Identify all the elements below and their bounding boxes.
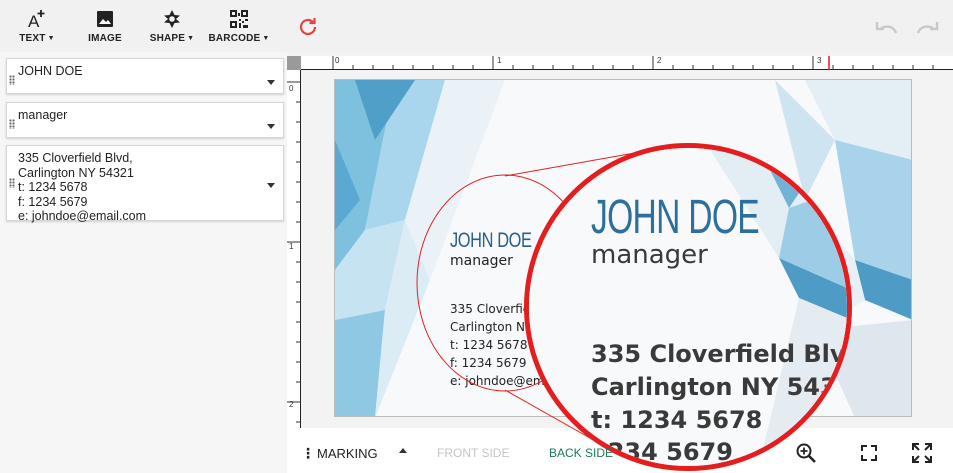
shape-star-icon xyxy=(162,8,182,30)
ruler-label: 0 xyxy=(289,84,294,93)
barcode-tool-label: BARCODE xyxy=(208,33,261,44)
dropdown-arrow-icon[interactable] xyxy=(267,80,275,85)
title-field-value: manager xyxy=(18,108,68,122)
ruler-label: 1 xyxy=(497,56,502,65)
marking-toggle[interactable]: MARKING xyxy=(317,446,378,461)
drag-handle-icon[interactable] xyxy=(9,75,15,85)
undo-icon[interactable] xyxy=(874,18,900,38)
caret-down-icon: ▼ xyxy=(47,35,55,42)
drag-handle-icon[interactable] xyxy=(9,178,15,188)
bottom-bar: ⋮ MARKING FRONT SIDE BACK SIDE xyxy=(287,436,953,473)
qr-code-icon xyxy=(229,8,249,30)
caret-down-icon: ▼ xyxy=(262,35,270,42)
ruler-label: 2 xyxy=(657,56,662,65)
shape-tool-label: SHAPE xyxy=(149,33,186,44)
ruler-label: 2 xyxy=(289,400,294,409)
vertical-ruler: 0 1 2 xyxy=(287,70,301,428)
magnified-address-line: 335 Cloverfield Blvd xyxy=(591,340,852,368)
image-tool-label: IMAGE xyxy=(88,33,122,44)
ruler-corner xyxy=(287,56,301,70)
image-icon xyxy=(96,8,114,30)
magnified-title: manager xyxy=(591,240,708,270)
title-field[interactable]: manager xyxy=(6,102,284,138)
card-fax-line[interactable]: f: 1234 5679 xyxy=(450,356,527,370)
card-title-text[interactable]: manager xyxy=(450,253,513,269)
svg-text:A: A xyxy=(28,12,40,30)
back-side-tab[interactable]: BACK SIDE xyxy=(549,446,613,460)
caret-down-icon: ▼ xyxy=(187,35,195,42)
field-list-panel: JOHN DOE manager 335 Cloverfield Blvd, C… xyxy=(0,52,287,473)
magnifier-lens: JOHN DOE manager 335 Cloverfield Blvd Ca… xyxy=(524,143,852,471)
magnified-address-line: Carlington NY 54321 xyxy=(591,373,852,401)
dropdown-arrow-icon[interactable] xyxy=(267,183,275,188)
horizontal-ruler: 0 1 2 3 xyxy=(301,56,953,70)
card-phone-line[interactable]: t: 1234 5678 xyxy=(450,338,527,352)
ruler-label: 3 xyxy=(817,56,822,65)
name-field[interactable]: JOHN DOE xyxy=(6,58,284,94)
fit-screen-icon[interactable] xyxy=(860,444,878,462)
address-field[interactable]: 335 Cloverfield Blvd, Carlington NY 5432… xyxy=(6,145,284,223)
more-vert-icon[interactable]: ⋮ xyxy=(301,445,315,462)
image-tool-button[interactable]: IMAGE xyxy=(84,8,126,44)
name-field-value: JOHN DOE xyxy=(18,64,83,78)
ruler-label: 1 xyxy=(289,242,294,251)
redo-icon[interactable] xyxy=(914,18,940,38)
address-field-value: 335 Cloverfield Blvd, Carlington NY 5432… xyxy=(18,151,147,223)
text-add-icon: A xyxy=(26,8,48,30)
caret-up-icon[interactable] xyxy=(399,448,407,453)
text-tool-button[interactable]: A TEXT ▼ xyxy=(16,8,58,44)
refresh-icon[interactable] xyxy=(296,15,320,39)
shape-tool-button[interactable]: SHAPE ▼ xyxy=(146,8,198,44)
dropdown-arrow-icon[interactable] xyxy=(267,124,275,129)
barcode-tool-button[interactable]: BARCODE ▼ xyxy=(206,8,272,44)
front-side-tab[interactable]: FRONT SIDE xyxy=(437,446,509,460)
toolbar: A TEXT ▼ IMAGE SHAPE ▼ BARCODE ▼ xyxy=(0,0,953,52)
magnified-phone-line: t: 1234 5678 xyxy=(591,406,763,434)
fullscreen-icon[interactable] xyxy=(911,442,933,464)
magnified-name: JOHN DOE xyxy=(591,191,760,244)
text-tool-label: TEXT xyxy=(19,33,46,44)
card-name-text[interactable]: JOHN DOE xyxy=(450,229,532,253)
zoom-in-icon[interactable] xyxy=(795,442,817,464)
drag-handle-icon[interactable] xyxy=(9,119,15,129)
ruler-label: 0 xyxy=(335,56,340,65)
